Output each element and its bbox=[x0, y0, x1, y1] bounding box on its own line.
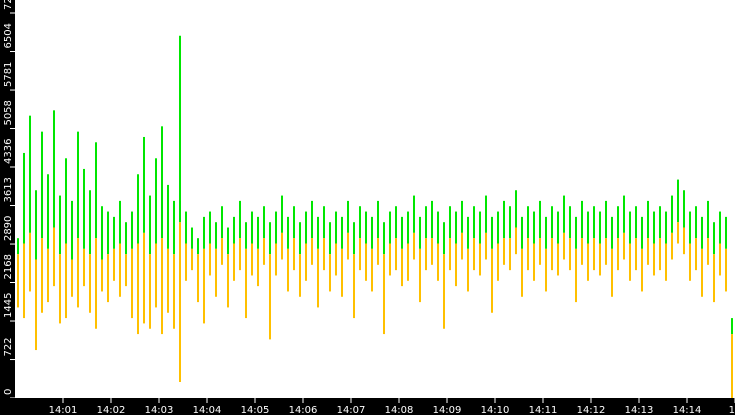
y-tick-label: 722 bbox=[3, 337, 14, 356]
x-axis: 14:01 14:02 14:03 14:04 14:05 14:06 14:07 14:08… bbox=[0, 398, 735, 415]
x-tick-label: 14:09 bbox=[433, 405, 462, 415]
plot-background bbox=[15, 0, 735, 398]
chart: 0 722 1445 2168 2890 3613 4336 5058 5781 6504 7227… bbox=[0, 0, 735, 415]
y-tick-label: 3613 bbox=[3, 177, 14, 202]
x-tick-label: 14:14 bbox=[673, 405, 702, 415]
x-tick-label: 14:12 bbox=[577, 405, 606, 415]
x-tick-label: 14:01 bbox=[49, 405, 78, 415]
y-tick-label: 0 bbox=[3, 389, 14, 395]
y-axis: 0 722 1445 2168 2890 3613 4336 5058 5781 6504 7227 bbox=[0, 0, 15, 415]
x-tick-label: 14:04 bbox=[193, 405, 222, 415]
y-tick-label: 6504 bbox=[3, 23, 14, 48]
x-tick-label: 14:03 bbox=[145, 405, 174, 415]
x-tick-label: 14:02 bbox=[97, 405, 126, 415]
x-tick-label: 14:13 bbox=[625, 405, 654, 415]
x-tick-label: 14:06 bbox=[289, 405, 318, 415]
y-tick-label: 2890 bbox=[3, 216, 14, 241]
x-tick-label: 14:05 bbox=[241, 405, 270, 415]
y-tick-label: 5058 bbox=[3, 100, 14, 125]
y-tick-label: 1445 bbox=[3, 293, 14, 318]
x-tick-label: 14:11 bbox=[529, 405, 558, 415]
x-tick-label: 14:07 bbox=[337, 405, 366, 415]
x-tick-label: 14:10 bbox=[481, 405, 510, 415]
y-tick-label: 4336 bbox=[3, 139, 14, 164]
x-tick-label: 14 bbox=[729, 405, 735, 415]
y-tick-label: 7227 bbox=[3, 0, 14, 10]
y-tick-label: 2168 bbox=[3, 254, 14, 279]
y-tick-label: 5781 bbox=[3, 62, 14, 87]
x-tick-label: 14:08 bbox=[385, 405, 414, 415]
